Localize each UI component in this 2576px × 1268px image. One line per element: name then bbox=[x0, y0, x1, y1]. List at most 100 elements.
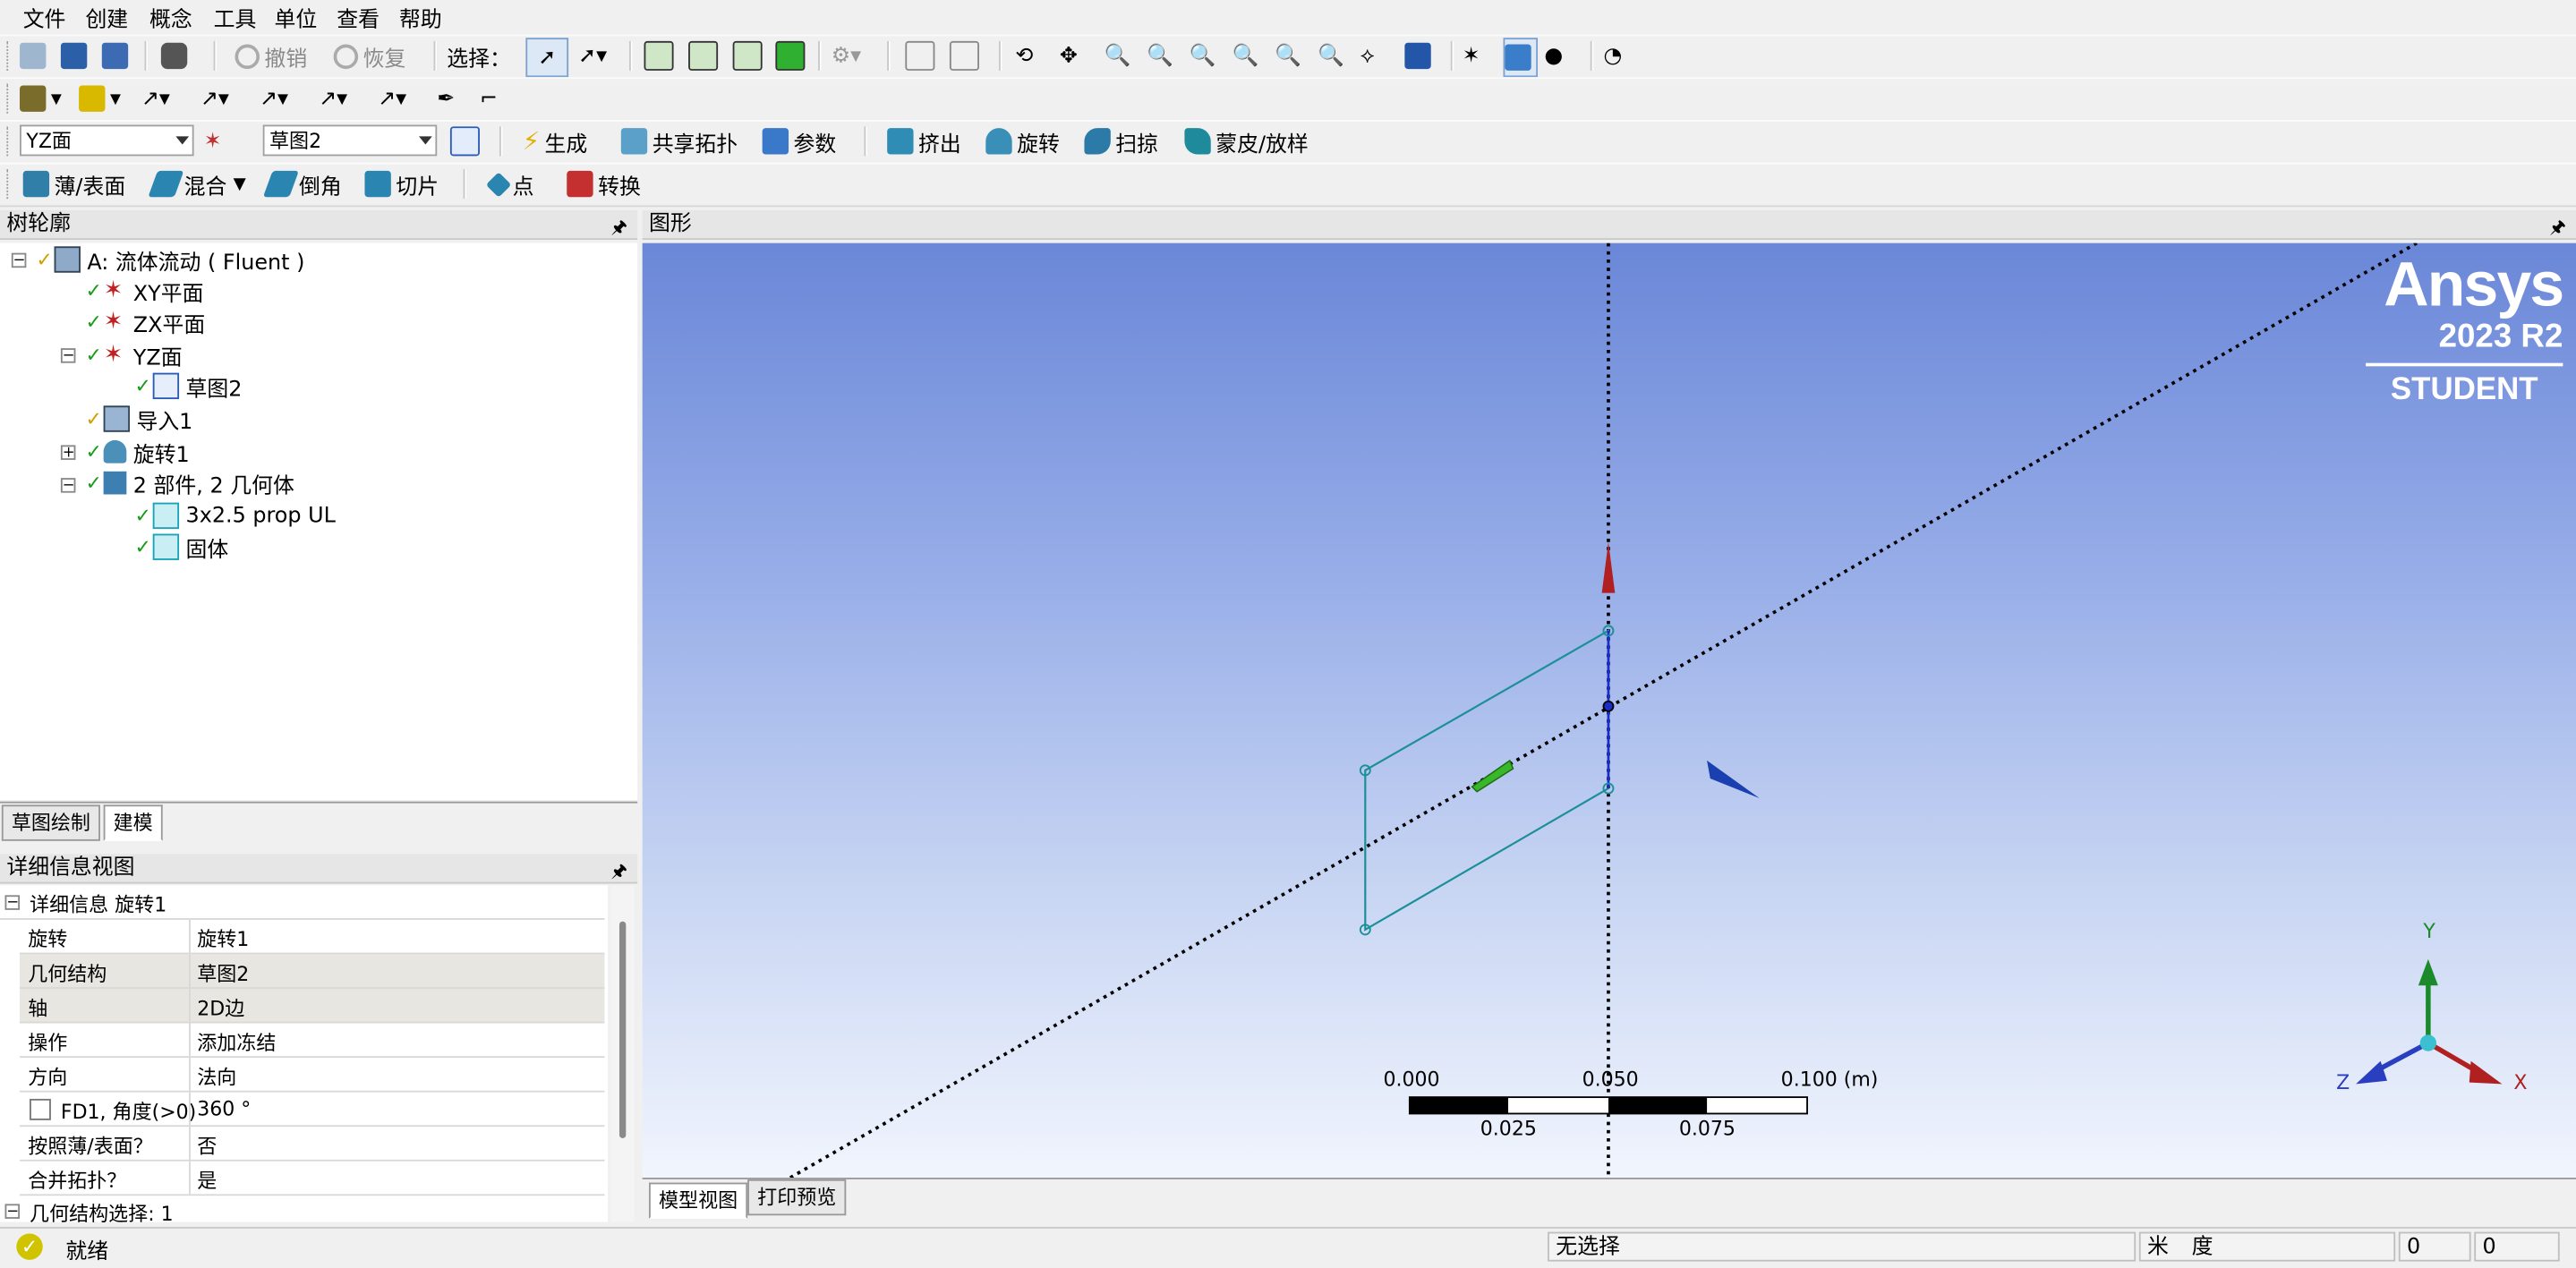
select-face-icon[interactable] bbox=[732, 38, 768, 73]
sweep-button[interactable]: 扫掠 bbox=[1084, 123, 1158, 159]
detail-row[interactable]: 方向 法向 bbox=[20, 1058, 605, 1093]
screenshot-icon[interactable] bbox=[160, 38, 192, 73]
tab-print-preview[interactable]: 打印预览 bbox=[747, 1179, 847, 1216]
rotate-icon[interactable]: ⟲ bbox=[1015, 38, 1033, 73]
skin-loft-button[interactable]: 蒙皮/放样 bbox=[1184, 123, 1309, 159]
origin-point[interactable] bbox=[1602, 700, 1615, 712]
detail-row[interactable]: FD1, 角度(>0) 360 ° bbox=[20, 1092, 605, 1128]
tab-model-view[interactable]: 模型视图 bbox=[649, 1182, 748, 1219]
tree-node-sketch2[interactable]: ✓ 草图2 bbox=[135, 371, 242, 402]
detail-row[interactable]: 轴 2D边 bbox=[20, 988, 605, 1024]
select-all-icon[interactable] bbox=[905, 38, 940, 73]
edge-select-1-icon[interactable]: ↗▾ bbox=[200, 81, 229, 116]
tab-sketching[interactable]: 草图绘制 bbox=[1, 804, 100, 841]
display-style-icon[interactable]: ▾ bbox=[20, 81, 62, 116]
menu-units[interactable]: 单位 bbox=[275, 2, 318, 33]
detail-row[interactable]: 操作 添加冻结 bbox=[20, 1023, 605, 1059]
zoom-fit-icon[interactable]: 🔍 bbox=[1233, 38, 1259, 73]
tab-modeling[interactable]: 建模 bbox=[103, 804, 163, 841]
model-canvas[interactable] bbox=[643, 243, 2576, 1179]
menu-file[interactable]: 文件 bbox=[23, 2, 66, 33]
thin-surface-button[interactable]: 薄/表面 bbox=[22, 166, 126, 201]
tree-node-body-solid[interactable]: ✓ 固体 bbox=[135, 532, 228, 563]
edge-select-2-icon[interactable]: ↗▾ bbox=[260, 81, 288, 116]
zoom-in-icon[interactable]: 🔍 bbox=[1147, 38, 1173, 73]
collapse-icon[interactable]: − bbox=[4, 895, 21, 911]
sketch-combo[interactable]: 草图2 bbox=[262, 124, 438, 157]
redo-button[interactable]: 恢复 bbox=[333, 38, 405, 73]
extrude-button[interactable]: 挤出 bbox=[887, 123, 961, 159]
tree-node-body-prop[interactable]: ✓ 3x2.5 prop UL bbox=[135, 501, 336, 531]
zoom-to-fit-icon[interactable]: 🔍 bbox=[1275, 38, 1301, 73]
blend-button[interactable]: 混合 ▼ bbox=[148, 166, 246, 201]
new-sketch-icon[interactable] bbox=[449, 123, 485, 159]
tree-node-zx-plane[interactable]: ✓ ✶ ZX平面 bbox=[85, 307, 205, 337]
tree-node-import1[interactable]: ✓ 导入1 bbox=[85, 404, 192, 434]
collapse-icon[interactable]: − bbox=[11, 252, 27, 268]
collapse-icon[interactable]: − bbox=[60, 348, 76, 364]
pin-icon[interactable]: 🖈 bbox=[610, 214, 627, 243]
body-color-icon[interactable]: ▾ bbox=[79, 81, 121, 116]
select-mode-icon[interactable]: ➚▾ bbox=[578, 38, 607, 73]
menu-create[interactable]: 创建 bbox=[85, 2, 128, 33]
zoom-icon[interactable]: 🔍 bbox=[1104, 38, 1130, 73]
pan-icon[interactable]: ✥ bbox=[1060, 38, 1078, 73]
pin-icon[interactable]: 🖈 bbox=[610, 857, 627, 887]
menu-concept[interactable]: 概念 bbox=[149, 2, 192, 33]
revolve-button[interactable]: 旋转 bbox=[985, 123, 1060, 159]
save-as-icon[interactable] bbox=[101, 38, 133, 73]
hide-show-icon[interactable]: ◔ bbox=[1603, 38, 1622, 73]
magnifier-icon[interactable]: 🔍 bbox=[1318, 38, 1344, 73]
collapse-icon[interactable]: − bbox=[60, 478, 76, 494]
collapse-icon[interactable]: − bbox=[4, 1204, 21, 1220]
new-plane-icon[interactable]: ✶ bbox=[204, 123, 222, 159]
detail-row[interactable]: 按照薄/表面？ 否 bbox=[20, 1127, 605, 1162]
edge-select-3-icon[interactable]: ↗▾ bbox=[319, 81, 347, 116]
parameters-button[interactable]: 参数 bbox=[762, 123, 836, 159]
new-icon[interactable] bbox=[20, 38, 51, 73]
point-button[interactable]: 点 bbox=[485, 166, 534, 201]
select-edge-icon[interactable] bbox=[688, 38, 723, 73]
triad-icon[interactable]: ✶ bbox=[1463, 38, 1480, 73]
menu-tools[interactable]: 工具 bbox=[214, 2, 257, 33]
edge-select-x-icon[interactable]: ↗▾ bbox=[378, 81, 406, 116]
undo-button[interactable]: 撤销 bbox=[235, 38, 307, 73]
select-body-icon[interactable] bbox=[775, 38, 810, 73]
slice-button[interactable]: 切片 bbox=[364, 166, 439, 201]
details-scrollbar[interactable] bbox=[610, 885, 635, 1222]
detail-row[interactable]: 旋转 旋转1 bbox=[20, 919, 605, 955]
triad-origin[interactable] bbox=[2419, 1034, 2437, 1051]
select-vertex-icon[interactable] bbox=[644, 38, 679, 73]
display-points-icon[interactable]: ● bbox=[1544, 38, 1563, 73]
tree-node-xy-plane[interactable]: ✓ ✶ XY平面 bbox=[85, 276, 203, 306]
graphics-viewport[interactable]: 0.000 0.050 0.100 (m) 0.025 0.075 Y X Z … bbox=[642, 243, 2576, 1179]
detail-row[interactable]: 合并拓扑？ 是 bbox=[20, 1161, 605, 1196]
chamfer-button[interactable]: 倒角 bbox=[262, 166, 342, 201]
menu-help[interactable]: 帮助 bbox=[399, 2, 442, 33]
tree-node-revolve1[interactable]: ✓ 旋转1 bbox=[85, 437, 190, 467]
save-icon[interactable] bbox=[60, 38, 92, 73]
box-select-icon[interactable] bbox=[949, 38, 985, 73]
zoom-box-icon[interactable]: 🔍 bbox=[1190, 38, 1216, 73]
pin-icon[interactable]: 🖈 bbox=[2549, 214, 2566, 243]
detail-row[interactable]: 几何结构 草图2 bbox=[20, 954, 605, 989]
flag-icon[interactable]: ⌐ bbox=[480, 81, 498, 116]
pin-tool-icon[interactable]: ✒ bbox=[437, 81, 455, 116]
parameter-checkbox[interactable] bbox=[30, 1098, 51, 1120]
generate-button[interactable]: ⚡ 生成 bbox=[523, 123, 588, 159]
display-model-icon[interactable] bbox=[1503, 38, 1539, 78]
share-topology-button[interactable]: 共享拓扑 bbox=[620, 123, 738, 159]
tree-node-yz-plane[interactable]: ✓ ✶ YZ面 bbox=[85, 340, 182, 370]
tree-node-root[interactable]: ✓ A: 流体流动 ( Fluent ) bbox=[36, 244, 304, 275]
menu-view[interactable]: 查看 bbox=[337, 2, 380, 33]
iso-view-icon[interactable]: ⟡ bbox=[1361, 38, 1375, 73]
tree-node-parts[interactable]: ✓ 2 部件, 2 几何体 bbox=[85, 468, 294, 498]
plane-combo[interactable]: YZ面 bbox=[20, 124, 194, 157]
conversion-button[interactable]: 转换 bbox=[567, 166, 641, 201]
expand-icon[interactable]: + bbox=[60, 445, 76, 461]
select-pointer-icon[interactable]: ➚ bbox=[525, 38, 569, 78]
extend-selection-icon[interactable]: ⚙▾ bbox=[832, 38, 861, 73]
scrollbar-thumb[interactable] bbox=[618, 921, 627, 1139]
look-at-icon[interactable] bbox=[1404, 38, 1436, 73]
edge-color-icon[interactable]: ↗▾ bbox=[141, 81, 170, 116]
